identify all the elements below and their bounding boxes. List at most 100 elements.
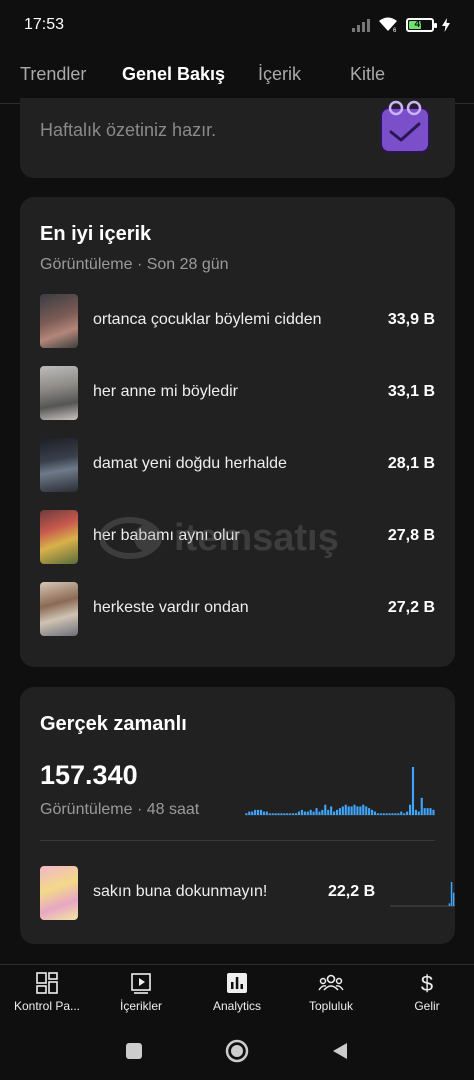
tab-trends[interactable]: Trendler xyxy=(20,64,86,85)
chart-bar xyxy=(312,811,315,815)
chart-bar xyxy=(280,813,283,815)
chart-bar xyxy=(265,811,268,815)
realtime-subtitle: Görüntüleme · 48 saat xyxy=(40,801,200,818)
chart-bar xyxy=(286,813,289,815)
content-mini-chart xyxy=(390,882,455,907)
chart-bar xyxy=(251,811,254,815)
content-views: 27,2 B xyxy=(387,599,435,616)
chart-bar xyxy=(382,813,385,815)
chart-bar xyxy=(391,813,394,815)
chart-bar xyxy=(423,808,426,815)
chart-bar xyxy=(283,813,286,815)
chart-bar xyxy=(271,813,274,815)
video-thumbnail xyxy=(40,438,78,492)
top-content-subtitle: Görüntüleme · Son 28 gün xyxy=(40,256,229,273)
chart-bar xyxy=(400,811,403,815)
tab-audience[interactable]: Kitle xyxy=(350,64,385,85)
content-views: 27,8 B xyxy=(387,527,435,544)
nav-content-label: İçerikler xyxy=(119,999,162,1013)
content-row[interactable]: ortanca çocuklar böylemi cidden 33,9 B xyxy=(40,294,435,350)
content-row[interactable]: her anne mi böyledir 33,1 B xyxy=(40,366,435,422)
wifi-icon: 6 xyxy=(379,17,397,33)
chart-bar xyxy=(335,809,339,815)
video-thumbnail xyxy=(40,366,78,420)
svg-text:6: 6 xyxy=(393,28,397,33)
nav-earn-label: Gelir xyxy=(414,999,440,1013)
chart-bar xyxy=(256,809,260,815)
calendar-check-icon xyxy=(380,100,430,153)
back-icon[interactable] xyxy=(330,1041,350,1061)
chart-bar xyxy=(394,813,397,815)
chart-bar xyxy=(397,813,400,815)
realtime-views-chart xyxy=(245,767,435,816)
home-icon[interactable] xyxy=(225,1039,249,1063)
battery-icon: 49 xyxy=(406,18,437,32)
content-title: herkeste vardır ondan xyxy=(93,599,249,616)
content-row[interactable]: her babamı aynı olur 27,8 B xyxy=(40,510,435,566)
nav-community[interactable]: Topluluk xyxy=(284,971,378,1013)
chart-bar xyxy=(344,804,347,815)
nav-analytics-label: Analytics xyxy=(212,999,262,1013)
realtime-content-row[interactable]: sakın buna dokunmayın! 22,2 B xyxy=(40,866,455,922)
nav-content[interactable]: İçerikler xyxy=(94,971,188,1013)
content-title: her anne mi böyledir xyxy=(93,383,238,400)
chart-bar xyxy=(414,809,417,815)
chart-bar xyxy=(306,811,309,815)
dollar-icon: $ xyxy=(421,971,433,995)
mini-chart-bar xyxy=(452,892,455,906)
content-views: 22,2 B xyxy=(328,883,376,900)
nav-dashboard[interactable]: Kontrol Pa... xyxy=(0,971,94,1013)
mini-chart-bar xyxy=(450,882,453,906)
nav-analytics[interactable]: Analytics xyxy=(190,971,284,1013)
bottom-navigation: Kontrol Pa... İçerikler Analytics Toplul… xyxy=(0,964,474,1024)
realtime-total-views: 157.340 xyxy=(40,760,138,790)
chart-bar xyxy=(327,809,330,815)
content-row[interactable]: herkeste vardır ondan 27,2 B xyxy=(40,582,435,638)
divider xyxy=(40,840,435,841)
chart-bar xyxy=(368,808,371,815)
content-views: 33,9 B xyxy=(387,311,435,328)
chart-bar xyxy=(289,813,292,815)
chart-bar xyxy=(385,813,388,815)
content-row[interactable]: damat yeni doğdu herhalde 28,1 B xyxy=(40,438,435,494)
recent-apps-icon[interactable] xyxy=(124,1041,144,1061)
chart-bar xyxy=(426,808,429,815)
chart-bar xyxy=(297,811,301,815)
chart-bar xyxy=(294,813,298,815)
dashboard-icon xyxy=(36,972,58,994)
chart-bar xyxy=(432,809,435,815)
chart-bar xyxy=(341,806,344,815)
nav-earn[interactable]: $ Gelir xyxy=(380,971,474,1013)
realtime-card[interactable]: Gerçek zamanlı 157.340 Görüntüleme · 48 … xyxy=(20,687,455,944)
content-icon xyxy=(131,973,151,994)
chart-bar xyxy=(330,806,333,815)
video-thumbnail xyxy=(40,582,78,636)
tab-overview[interactable]: Genel Bakış xyxy=(122,64,225,85)
tab-bar: Trendler Genel Bakış İçerik Kitle xyxy=(0,50,474,104)
chart-bar xyxy=(403,813,406,815)
video-thumbnail xyxy=(40,866,78,920)
chart-bar xyxy=(388,813,391,815)
top-content-title: En iyi içerik xyxy=(40,223,152,245)
status-icons: 6 49 xyxy=(352,17,450,33)
chart-bar xyxy=(262,811,265,815)
chart-bar xyxy=(379,813,382,815)
video-thumbnail xyxy=(40,510,78,564)
realtime-title: Gerçek zamanlı xyxy=(40,713,187,735)
chart-bar xyxy=(324,804,327,815)
content-title: her babamı aynı olur xyxy=(93,527,240,544)
community-icon xyxy=(318,974,344,991)
tab-content[interactable]: İçerik xyxy=(258,64,301,85)
weekly-summary-card[interactable]: Haftalık özetiniz hazır. xyxy=(20,98,455,178)
chart-bar xyxy=(292,813,295,815)
content-views: 28,1 B xyxy=(387,455,435,472)
chart-bar xyxy=(300,809,303,815)
chart-bar xyxy=(332,811,336,815)
chart-bar xyxy=(359,806,362,815)
content-title: ortanca çocuklar böylemi cidden xyxy=(93,311,322,328)
chart-bar xyxy=(259,809,263,815)
chart-bar xyxy=(315,808,318,815)
nav-community-label: Topluluk xyxy=(308,999,354,1013)
system-navigation-bar xyxy=(0,1024,474,1080)
chart-bar xyxy=(411,767,415,815)
